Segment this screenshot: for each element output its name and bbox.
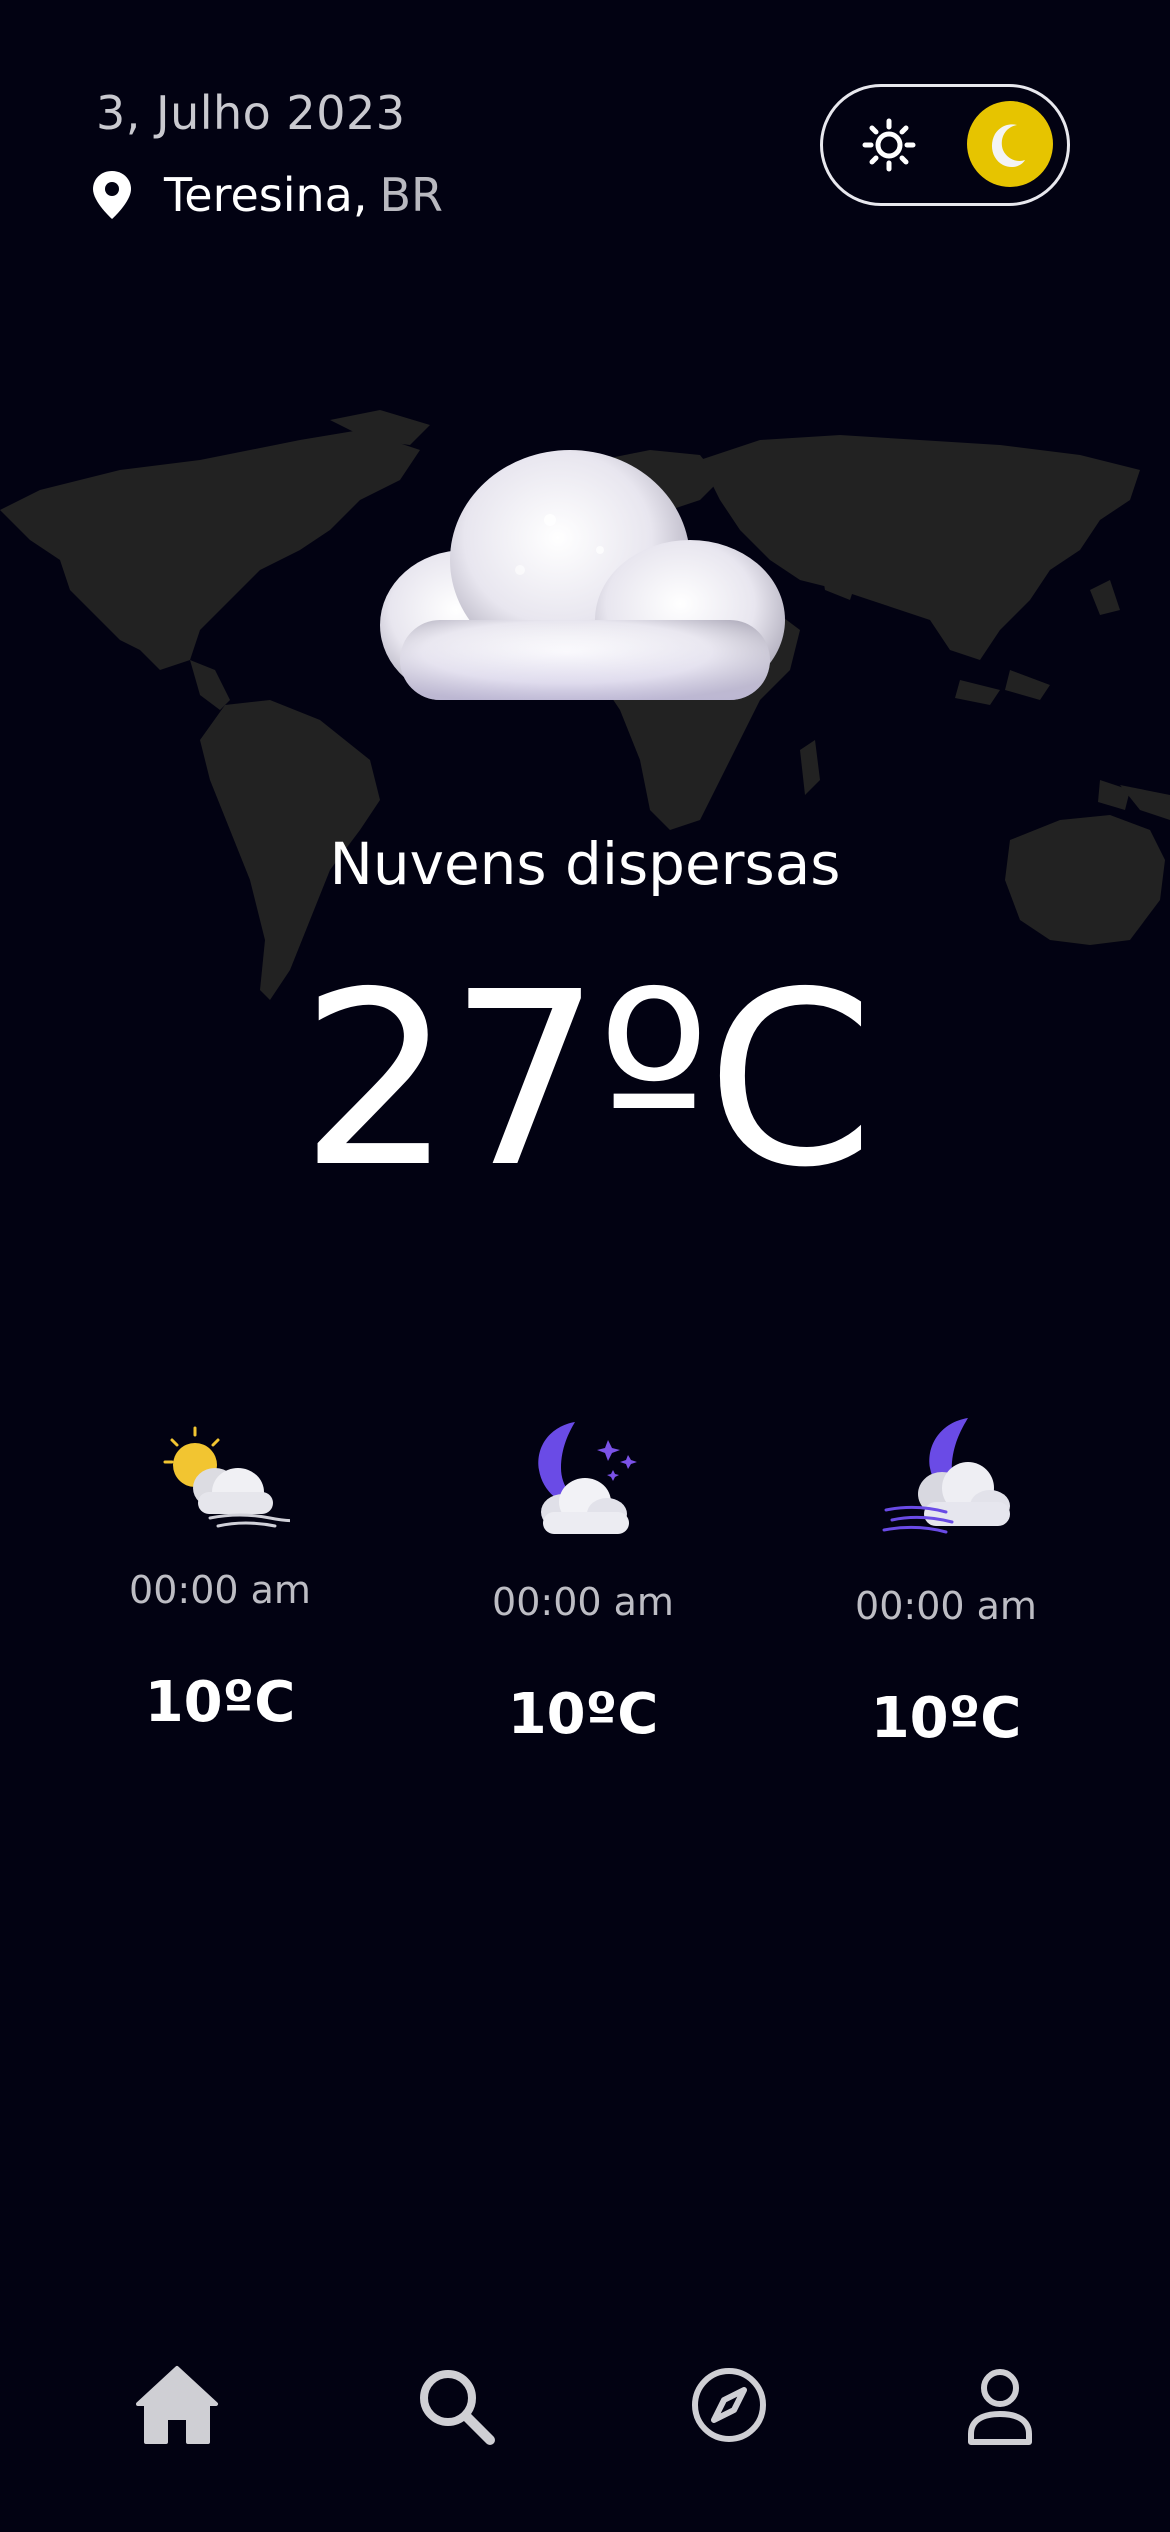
sun-cloud-wind-icon (163, 1426, 290, 1528)
sun-icon[interactable] (853, 109, 925, 181)
moon-stars-cloud-icon (538, 1422, 637, 1534)
current-temperature: 27ºC (299, 940, 874, 1220)
current-date: 3, Julho 2023 (96, 86, 406, 140)
cloud-icon (380, 450, 785, 700)
forecast-time: 00:00 am (492, 1580, 674, 1624)
location-city: Teresina, (164, 168, 368, 222)
search-icon[interactable] (410, 2360, 500, 2450)
profile-icon[interactable] (955, 2360, 1045, 2450)
bottom-navigation (0, 2350, 1170, 2470)
home-icon[interactable] (132, 2360, 222, 2450)
moon-icon (991, 124, 1025, 168)
forecast-temperature: 10ºC (144, 1670, 296, 1735)
forecast-temperature: 10ºC (507, 1682, 659, 1747)
location[interactable]: Teresina, BR (90, 168, 443, 222)
weather-screen: 3, Julho 2023 Teresina, BR Nuvens disper… (0, 0, 1170, 2532)
forecast-item: 00:00 am 10ºC (453, 1420, 713, 1747)
weather-condition: Nuvens dispersas (329, 830, 841, 898)
location-country: BR (379, 168, 444, 222)
compass-icon[interactable] (684, 2360, 774, 2450)
theme-toggle[interactable] (820, 84, 1070, 206)
moon-cloud-wind-icon (882, 1418, 1010, 1534)
forecast-time: 00:00 am (855, 1584, 1037, 1628)
forecast-temperature: 10ºC (870, 1686, 1022, 1751)
forecast-item: 00:00 am 10ºC (816, 1418, 1076, 1751)
dark-mode-knob[interactable] (967, 101, 1053, 187)
forecast-item: 00:00 am 10ºC (90, 1420, 350, 1735)
map-pin-icon (93, 171, 131, 219)
forecast-time: 00:00 am (129, 1568, 311, 1612)
